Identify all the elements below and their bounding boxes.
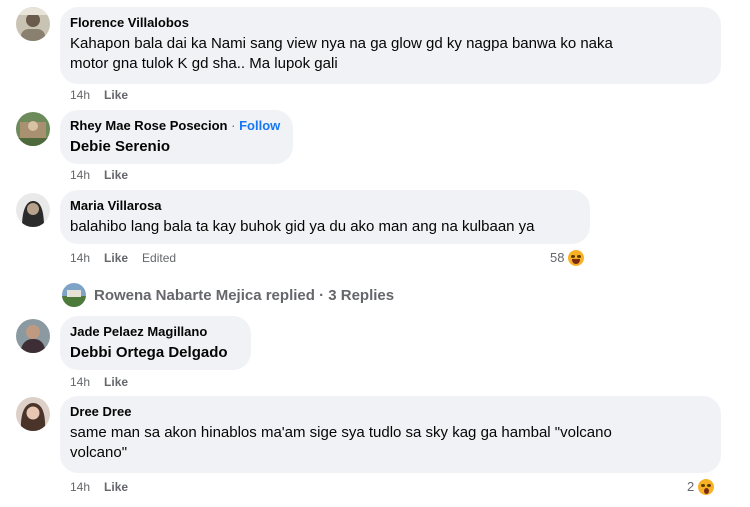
haha-emoji-icon xyxy=(566,248,587,268)
comment-bubble: Jade Pelaez Magillano Debbi Ortega Delga… xyxy=(60,316,251,370)
comment-actions: 14h Like xyxy=(70,167,142,183)
avatar[interactable] xyxy=(16,193,50,227)
follow-button[interactable]: Follow xyxy=(239,118,280,133)
comment-author[interactable]: Dree Dree xyxy=(70,404,709,420)
reaction-count: 58 xyxy=(550,250,565,265)
avatar[interactable] xyxy=(16,319,50,353)
comment-author[interactable]: Florence Villalobos xyxy=(70,15,709,31)
like-button[interactable]: Like xyxy=(104,375,128,389)
comment-actions: 14h Like xyxy=(70,87,142,103)
comment-author[interactable]: Maria Villarosa xyxy=(70,198,578,214)
wow-emoji-icon xyxy=(696,477,717,497)
comment-actions: 14h Like Edited xyxy=(70,250,190,266)
view-replies-link[interactable]: Rowena Nabarte Mejica replied · 3 Replie… xyxy=(62,283,394,307)
comment-time[interactable]: 14h xyxy=(70,480,90,494)
reactions-summary[interactable]: 2 xyxy=(687,477,717,497)
comment-author-row: Rhey Mae Rose Posecion · Follow xyxy=(70,118,281,134)
comment-time[interactable]: 14h xyxy=(70,88,90,102)
reactions-summary[interactable]: 58 xyxy=(550,248,587,268)
like-button[interactable]: Like xyxy=(104,251,128,265)
like-button[interactable]: Like xyxy=(104,168,128,182)
comment-text[interactable]: Debie Serenio xyxy=(70,137,281,157)
comment-bubble: Maria Villarosa balahibo lang bala ta ka… xyxy=(60,190,590,244)
replies-label: Rowena Nabarte Mejica replied · 3 Replie… xyxy=(94,286,395,304)
avatar[interactable] xyxy=(16,112,50,146)
avatar[interactable] xyxy=(16,397,50,431)
comment-time[interactable]: 14h xyxy=(70,375,90,389)
comment-author[interactable]: Jade Pelaez Magillano xyxy=(70,324,239,340)
comment-text: balahibo lang bala ta kay buhok gid ya d… xyxy=(70,218,535,235)
reaction-count: 2 xyxy=(687,479,695,494)
avatar xyxy=(62,283,86,307)
comment-bubble: Florence Villalobos Kahapon bala dai ka … xyxy=(60,7,721,84)
avatar[interactable] xyxy=(16,7,50,41)
comment-author[interactable]: Rhey Mae Rose Posecion xyxy=(70,118,228,133)
comment-time[interactable]: 14h xyxy=(70,168,90,182)
separator: · xyxy=(231,118,236,133)
comment-actions: 14h Like xyxy=(70,374,142,390)
comment-bubble: Rhey Mae Rose Posecion · Follow Debie Se… xyxy=(60,110,293,164)
comment-text: same man sa akon hinablos ma'am sige sya… xyxy=(70,424,612,461)
edited-label: Edited xyxy=(142,251,177,265)
comment-text[interactable]: Debbi Ortega Delgado xyxy=(70,343,239,363)
comment-bubble: Dree Dree same man sa akon hinablos ma'a… xyxy=(60,396,721,473)
comment-text: Kahapon bala dai ka Nami sang view nya n… xyxy=(70,35,613,72)
like-button[interactable]: Like xyxy=(104,480,128,494)
like-button[interactable]: Like xyxy=(104,88,128,102)
comment-time[interactable]: 14h xyxy=(70,251,90,265)
comment-actions: 14h Like xyxy=(70,479,142,495)
